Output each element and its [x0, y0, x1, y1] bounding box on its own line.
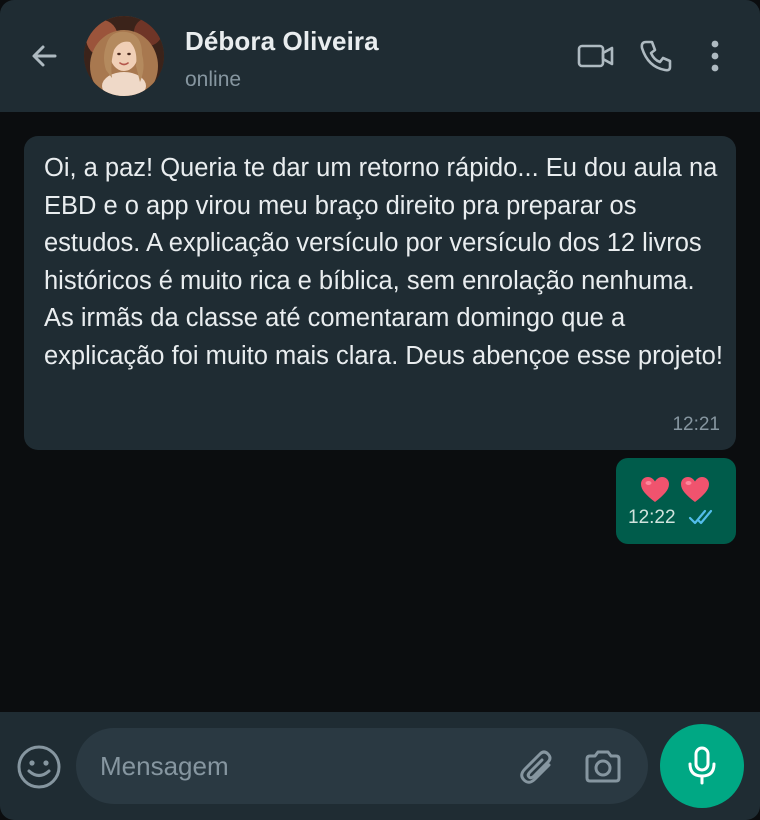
emoji-content — [640, 476, 710, 503]
voice-call-button[interactable] — [636, 36, 676, 76]
back-button[interactable] — [22, 36, 66, 76]
contact-status: online — [185, 68, 242, 91]
video-call-button[interactable] — [576, 36, 616, 76]
voice-message-button[interactable] — [660, 724, 744, 808]
outgoing-message-bubble[interactable]: 12:22 — [616, 458, 736, 544]
menu-button[interactable] — [700, 36, 730, 76]
message-time: 12:21 — [672, 414, 720, 435]
attach-button[interactable] — [516, 746, 558, 788]
heart-icon — [681, 477, 709, 502]
camera-button[interactable] — [582, 746, 624, 788]
microphone-icon — [688, 746, 716, 785]
arrow-left-icon — [32, 45, 57, 67]
more-vertical-icon — [711, 40, 719, 72]
chat-area[interactable]: Oi, a paz! Queria te dar um retorno rápi… — [0, 112, 760, 712]
contact-name[interactable]: Débora Oliveira — [185, 26, 379, 57]
message-text: Oi, a paz! Queria te dar um retorno rápi… — [44, 154, 723, 370]
camera-icon — [585, 750, 621, 783]
avatar[interactable] — [84, 16, 164, 96]
message-input[interactable] — [100, 728, 500, 804]
heart-icon — [641, 477, 669, 502]
contact-photo — [84, 16, 164, 96]
read-receipt-icon — [688, 509, 713, 525]
message-time: 12:22 — [628, 507, 676, 528]
phone-call-icon — [640, 40, 672, 72]
whatsapp-chat-window: Débora Oliveira online Oi, a paz! Queria… — [0, 0, 760, 820]
incoming-message-bubble[interactable]: Oi, a paz! Queria te dar um retorno rápi… — [24, 136, 736, 450]
emoji-button[interactable] — [16, 744, 62, 790]
smiley-icon — [17, 745, 61, 789]
message-input-container — [76, 728, 648, 804]
video-call-icon — [577, 44, 614, 68]
paperclip-icon — [520, 750, 552, 784]
chat-header: Débora Oliveira online — [0, 0, 760, 112]
